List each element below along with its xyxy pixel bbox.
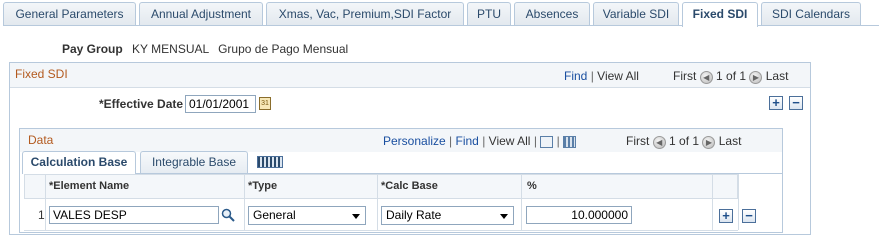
lookup-icon[interactable]: [221, 208, 235, 222]
subtab-label: Integrable Base: [151, 155, 237, 169]
effective-date-input[interactable]: [185, 95, 256, 113]
col-calc-base: *Calc Base: [381, 180, 438, 192]
subtab-integrable-base[interactable]: Integrable Base: [140, 151, 248, 173]
tab-variable-sdi[interactable]: Variable SDI: [593, 2, 679, 26]
last-label[interactable]: Last: [719, 134, 742, 148]
pay-group-description: Grupo de Pago Mensual: [218, 42, 349, 56]
tab-sdi-calendars[interactable]: SDI Calendars: [761, 2, 861, 26]
element-name-input[interactable]: [49, 206, 219, 224]
percent-input[interactable]: [526, 206, 632, 224]
chevron-down-icon: [500, 214, 508, 219]
calc-base-value: Daily Rate: [386, 208, 442, 222]
find-link[interactable]: Find: [564, 69, 587, 83]
tab-label: Absences: [525, 7, 579, 21]
delete-row-icon[interactable]: −: [742, 209, 756, 223]
row-number: 1: [38, 208, 45, 222]
tab-label: General Parameters: [15, 7, 124, 21]
fixed-sdi-find-viewall: Find | View All: [564, 69, 639, 83]
tab-xmas-vac-premium-sdi-factor[interactable]: Xmas, Vac, Premium,SDI Factor: [266, 2, 464, 26]
tab-label: Fixed SDI: [692, 7, 748, 21]
col-divider: [45, 174, 46, 230]
col-type: *Type: [248, 180, 278, 192]
next-icon[interactable]: ▶: [702, 136, 716, 149]
row-divider: [24, 230, 738, 231]
tab-fixed-sdi[interactable]: Fixed SDI: [682, 2, 758, 27]
subtab-calculation-base[interactable]: Calculation Base: [22, 151, 136, 174]
first-label[interactable]: First: [673, 69, 696, 83]
data-title: Data: [28, 133, 54, 147]
zoom-icon[interactable]: [540, 135, 554, 148]
pay-group-label: Pay Group: [62, 42, 123, 56]
range-label: 1 of 1: [716, 69, 747, 83]
find-link[interactable]: Find: [456, 134, 479, 148]
show-all-tabs-icon[interactable]: [257, 156, 283, 168]
tab-label: SDI Calendars: [771, 7, 851, 21]
effective-date-label: *Effective Date: [99, 97, 184, 111]
col-divider: [712, 174, 713, 230]
pay-group-code: KY MENSUAL: [132, 42, 209, 56]
tab-general-parameters[interactable]: General Parameters: [3, 2, 136, 26]
type-value: General: [253, 208, 296, 222]
tab-label: Xmas, Vac, Premium,SDI Factor: [278, 7, 452, 21]
calc-base-select[interactable]: Daily Rate: [381, 206, 514, 225]
page-tabs: General Parameters Annual Adjustment Xma…: [3, 2, 879, 27]
prev-icon[interactable]: ◀: [652, 136, 666, 149]
delete-icon[interactable]: −: [789, 96, 803, 110]
add-row-icon[interactable]: +: [719, 209, 733, 223]
tab-label: PTU: [477, 7, 501, 21]
view-all-link[interactable]: View All: [489, 134, 531, 148]
fixed-sdi-title: Fixed SDI: [15, 67, 68, 81]
col-divider: [244, 174, 245, 230]
download-icon[interactable]: [563, 135, 577, 148]
col-percent: %: [527, 180, 537, 192]
tab-label: Variable SDI: [602, 7, 670, 21]
subtab-label: Calculation Base: [30, 155, 128, 169]
pay-group-row: Pay Group KY MENSUAL Grupo de Pago Mensu…: [62, 42, 348, 56]
col-element-name: *Element Name: [49, 180, 130, 192]
chevron-down-icon: [352, 214, 360, 219]
tab-absences[interactable]: Absences: [514, 2, 590, 26]
data-toolbar: Personalize | Find | View All | |: [383, 134, 577, 148]
next-icon[interactable]: ▶: [749, 71, 763, 84]
personalize-link[interactable]: Personalize: [383, 134, 446, 148]
add-icon[interactable]: +: [769, 96, 783, 110]
tab-ptu[interactable]: PTU: [467, 2, 511, 26]
range-label: 1 of 1: [669, 134, 700, 148]
fixed-sdi-pager: First ◀ 1 of 1 ▶ Last: [673, 69, 788, 84]
col-divider: [377, 174, 378, 230]
first-label[interactable]: First: [626, 134, 649, 148]
tab-annual-adjustment[interactable]: Annual Adjustment: [139, 2, 263, 26]
prev-icon[interactable]: ◀: [699, 71, 713, 84]
tab-label: Annual Adjustment: [150, 7, 252, 21]
view-all-link[interactable]: View All: [597, 69, 639, 83]
data-pager: First ◀ 1 of 1 ▶ Last: [626, 134, 741, 149]
last-label[interactable]: Last: [766, 69, 789, 83]
col-divider: [738, 174, 739, 230]
type-select[interactable]: General: [248, 206, 366, 225]
calendar-icon[interactable]: 31: [259, 97, 271, 110]
col-divider: [521, 174, 522, 230]
